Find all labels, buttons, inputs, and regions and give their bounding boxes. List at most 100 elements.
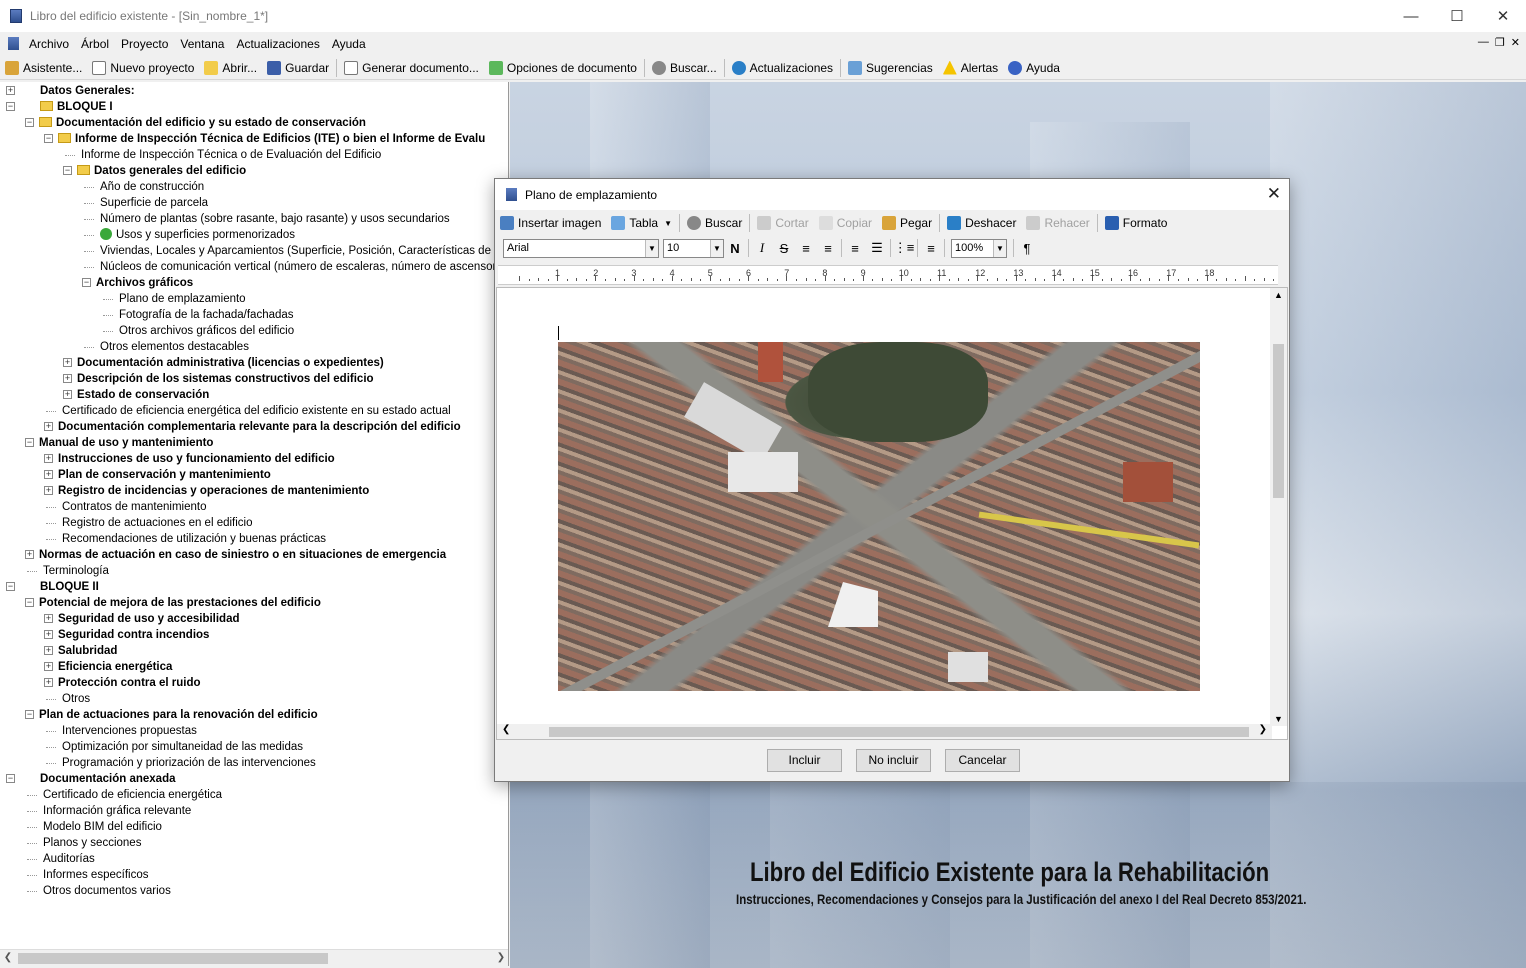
copiar-button[interactable]: Copiar — [814, 212, 877, 234]
scroll-thumb[interactable] — [549, 727, 1249, 737]
tree-item[interactable]: Documentación del edificio y su estado d… — [39, 115, 366, 131]
guardar-button[interactable]: Guardar — [262, 57, 334, 79]
tree-item[interactable]: BLOQUE I — [40, 99, 113, 115]
tree-item[interactable]: Intervenciones propuestas — [62, 723, 197, 739]
tree-item[interactable]: Seguridad de uso y accesibilidad — [58, 611, 240, 627]
menu-ayuda[interactable]: Ayuda — [326, 37, 372, 51]
collapse-icon[interactable]: − — [82, 278, 91, 287]
tree-item[interactable]: Modelo BIM del edificio — [43, 819, 162, 835]
tree-item[interactable]: Número de plantas (sobre rasante, bajo r… — [100, 211, 450, 227]
asistente-button[interactable]: Asistente... — [0, 57, 87, 79]
tree-item[interactable]: Seguridad contra incendios — [58, 627, 209, 643]
tree-item[interactable]: Informe de Inspección Técnica de Edifici… — [58, 131, 485, 147]
tree-item[interactable]: Usos y superficies pormenorizados — [100, 227, 295, 243]
tree-item[interactable]: Terminología — [43, 563, 109, 579]
tree-item[interactable]: Instrucciones de uso y funcionamiento de… — [58, 451, 335, 467]
nuevo-proyecto-button[interactable]: Nuevo proyecto — [87, 57, 199, 79]
expand-icon[interactable]: + — [44, 630, 53, 639]
pegar-button[interactable]: Pegar — [877, 212, 937, 234]
expand-icon[interactable]: + — [63, 358, 72, 367]
mdi-minimize-button[interactable]: — — [1478, 36, 1489, 49]
expand-icon[interactable]: + — [44, 486, 53, 495]
tree-item[interactable]: Plan de actuaciones para la renovación d… — [39, 707, 318, 723]
minimize-button[interactable]: — — [1388, 0, 1434, 32]
tabla-button[interactable]: Tabla ▼ — [606, 212, 677, 234]
tree-item[interactable]: Documentación complementaria relevante p… — [58, 419, 461, 435]
tree-item[interactable]: Fotografía de la fachada/fachadas — [119, 307, 294, 323]
tree-item[interactable]: Contratos de mantenimiento — [62, 499, 206, 515]
document-icon[interactable] — [8, 37, 19, 50]
tree-item[interactable]: Salubridad — [58, 643, 117, 659]
expand-icon[interactable]: + — [44, 662, 53, 671]
expand-icon[interactable]: + — [44, 678, 53, 687]
tree-item[interactable]: Otros — [62, 691, 90, 707]
abrir-button[interactable]: Abrir... — [199, 57, 262, 79]
generar-documento-button[interactable]: Generar documento... — [339, 57, 484, 79]
formato-button[interactable]: Formato — [1100, 212, 1173, 234]
alertas-button[interactable]: Alertas — [938, 57, 1003, 79]
collapse-icon[interactable]: − — [6, 774, 15, 783]
tree-item[interactable]: Superficie de parcela — [100, 195, 208, 211]
insertar-imagen-button[interactable]: Insertar imagen — [495, 212, 606, 234]
italic-button[interactable]: I — [751, 240, 773, 256]
tree-item[interactable]: Otros archivos gráficos del edificio — [119, 323, 294, 339]
tree-item[interactable]: Potencial de mejora de las prestaciones … — [39, 595, 321, 611]
expand-icon[interactable]: + — [25, 550, 34, 559]
collapse-icon[interactable]: − — [25, 438, 34, 447]
expand-icon[interactable]: + — [6, 86, 15, 95]
expand-icon[interactable]: + — [44, 646, 53, 655]
dialog-buscar-button[interactable]: Buscar — [682, 212, 747, 234]
tree-item[interactable]: Optimización por simultaneidad de las me… — [62, 739, 303, 755]
tree-item[interactable]: Archivos gráficos — [96, 275, 193, 291]
zoom-select[interactable]: 100% ▼ — [951, 238, 1007, 258]
collapse-icon[interactable]: − — [63, 166, 72, 175]
menu-proyecto[interactable]: Proyecto — [115, 37, 174, 51]
aerial-map-image[interactable] — [558, 342, 1200, 691]
rehacer-button[interactable]: Rehacer — [1021, 212, 1094, 234]
menu-arbol[interactable]: Árbol — [75, 37, 115, 51]
no-incluir-button[interactable]: No incluir — [856, 749, 931, 772]
ruler[interactable]: 1 2 3 4 5 6 7 8 9 10 11 12 13 14 15 16 17 18 — [498, 265, 1278, 285]
expand-icon[interactable]: + — [44, 422, 53, 431]
menu-actualizaciones[interactable]: Actualizaciones — [230, 37, 325, 51]
tree-item[interactable]: Manual de uso y mantenimiento — [39, 435, 213, 451]
align-center-icon[interactable]: ≡ — [844, 241, 866, 256]
editor-horizontal-scrollbar[interactable]: ❮ ❯ — [497, 724, 1272, 739]
expand-icon[interactable]: + — [63, 374, 72, 383]
menu-ventana[interactable]: Ventana — [174, 37, 230, 51]
expand-icon[interactable]: + — [44, 454, 53, 463]
mdi-close-button[interactable]: ✕ — [1511, 36, 1520, 49]
dialog-close-icon[interactable]: ✕ — [1267, 184, 1281, 204]
tree-item[interactable]: Programación y priorización de las inter… — [62, 755, 316, 771]
deshacer-button[interactable]: Deshacer — [942, 212, 1021, 234]
scroll-down-icon[interactable]: ▼ — [1274, 714, 1283, 724]
tree-item[interactable]: Datos Generales: — [40, 83, 135, 99]
tree-item[interactable]: Viviendas, Locales y Aparcamientos (Supe… — [100, 243, 503, 259]
numbered-list-icon[interactable]: ≡ — [920, 241, 942, 256]
tree-item[interactable]: Normas de actuación en caso de siniestro… — [39, 547, 446, 563]
scroll-thumb[interactable] — [1273, 344, 1284, 498]
project-tree[interactable]: + Datos Generales: − BLOQUE I − Documentación… — [0, 82, 509, 966]
tree-item[interactable]: Núcleos de comunicación vertical (número… — [100, 259, 508, 275]
tree-item[interactable]: Eficiencia energética — [58, 659, 172, 675]
scroll-left-icon[interactable]: ❮ — [0, 950, 16, 966]
tree-item[interactable]: Protección contra el ruido — [58, 675, 201, 691]
scroll-left-icon[interactable]: ❮ — [502, 724, 510, 735]
expand-icon[interactable]: + — [44, 470, 53, 479]
collapse-icon[interactable]: − — [25, 118, 34, 127]
scroll-right-icon[interactable]: ❯ — [493, 950, 508, 966]
actualizaciones-button[interactable]: Actualizaciones — [727, 57, 838, 79]
incluir-button[interactable]: Incluir — [767, 749, 842, 772]
tree-item[interactable]: BLOQUE II — [40, 579, 99, 595]
expand-icon[interactable]: + — [63, 390, 72, 399]
buscar-button[interactable]: Buscar... — [647, 57, 722, 79]
strikethrough-button[interactable]: S — [773, 241, 795, 256]
ayuda-button[interactable]: Ayuda — [1003, 57, 1065, 79]
editor-vertical-scrollbar[interactable]: ▲ ▼ — [1270, 288, 1287, 726]
close-button[interactable]: ✕ — [1480, 0, 1526, 32]
size-select[interactable]: 10 ▼ — [663, 238, 724, 258]
tree-item[interactable]: Informes específicos — [43, 867, 148, 883]
tree-item[interactable]: Registro de actuaciones en el edificio — [62, 515, 253, 531]
scroll-thumb[interactable] — [18, 953, 328, 964]
mdi-restore-button[interactable]: ❐ — [1495, 36, 1505, 49]
